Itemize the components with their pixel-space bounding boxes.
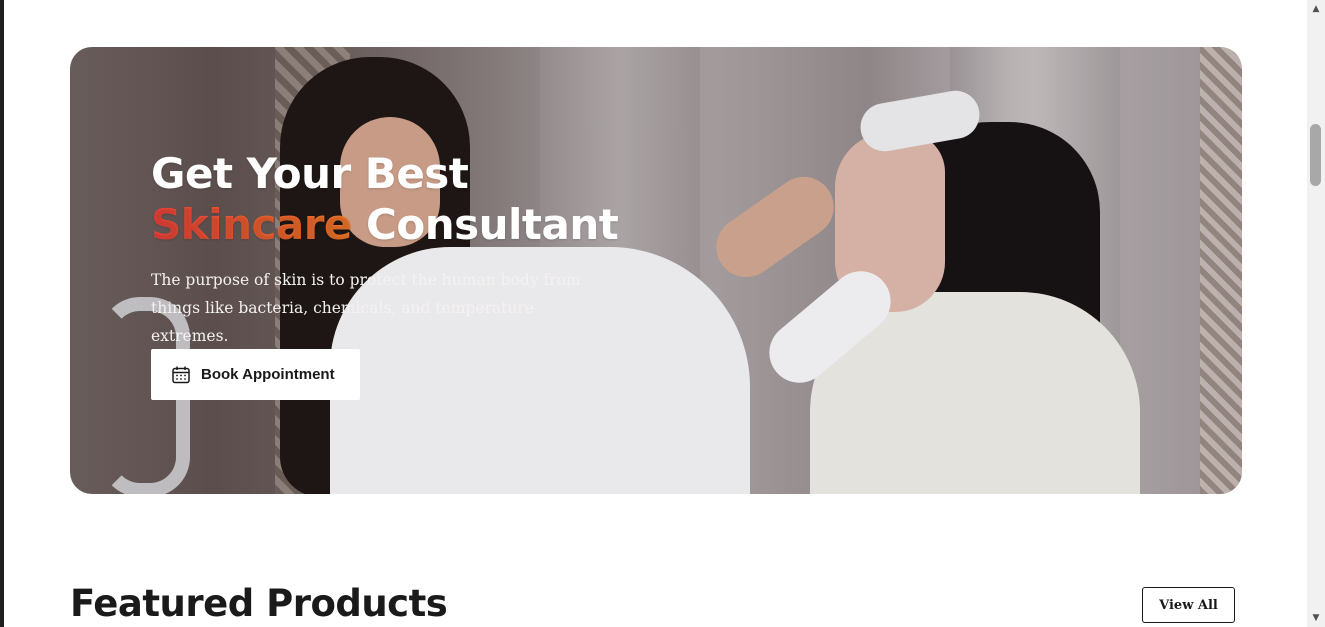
hero-title-line2: Consultant xyxy=(351,200,619,249)
view-all-button[interactable]: View All xyxy=(1142,587,1235,623)
scroll-down-arrow-icon[interactable]: ▼ xyxy=(1307,609,1325,627)
page-viewport: Get Your Best Skincare Consultant The pu… xyxy=(4,0,1307,627)
calendar-icon xyxy=(172,366,190,383)
book-appointment-button[interactable]: Book Appointment xyxy=(151,349,360,400)
scrollbar-thumb[interactable] xyxy=(1310,124,1321,186)
hero-banner: Get Your Best Skincare Consultant The pu… xyxy=(70,47,1242,494)
hero-title-accent: Skincare xyxy=(151,200,352,249)
hero-description: The purpose of skin is to protect the hu… xyxy=(151,271,581,345)
hero-text-block: Get Your Best Skincare Consultant The pu… xyxy=(151,148,711,350)
hero-title-line1: Get Your Best xyxy=(151,149,469,198)
hero-title: Get Your Best Skincare Consultant xyxy=(151,148,711,250)
hero-background-pattern xyxy=(1200,47,1242,494)
vertical-scrollbar[interactable]: ▲ ▼ xyxy=(1307,0,1325,627)
featured-products-heading: Featured Products xyxy=(70,582,448,625)
book-appointment-label: Book Appointment xyxy=(201,366,335,383)
practitioner-arm-image xyxy=(704,165,846,289)
scroll-up-arrow-icon[interactable]: ▲ xyxy=(1307,0,1325,18)
